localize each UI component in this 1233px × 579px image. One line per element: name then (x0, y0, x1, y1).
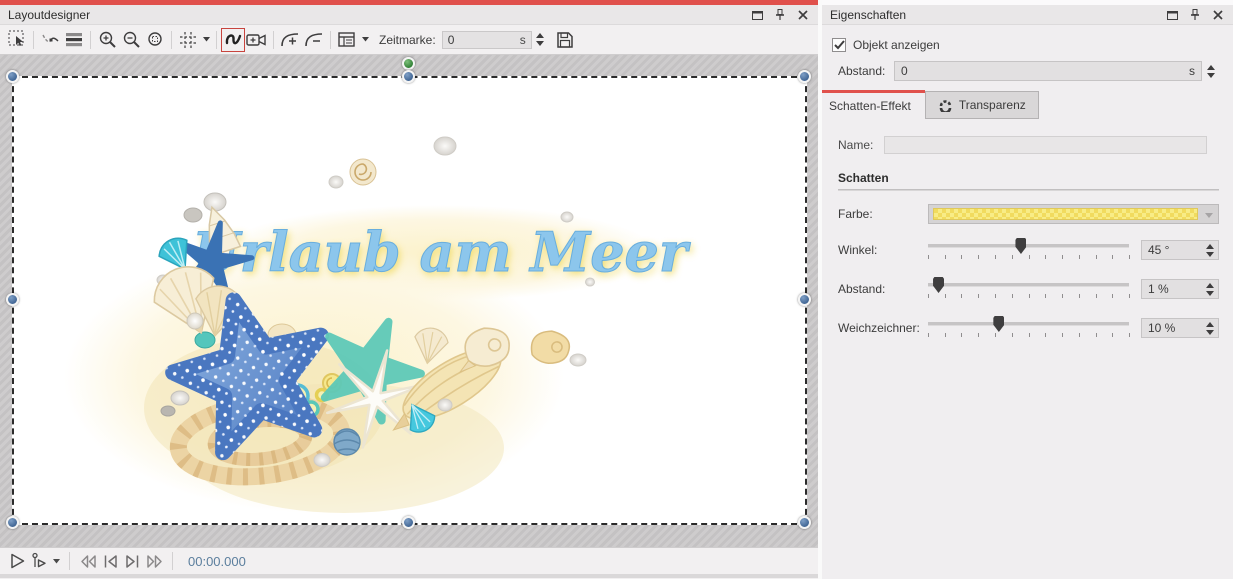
playback-bar: 00:00.000 (0, 547, 818, 574)
zoom-out-icon[interactable] (119, 28, 143, 52)
tab-schatten-effekt[interactable]: Schatten-Effekt (822, 90, 925, 119)
layout-canvas-object[interactable]: Urlaub am Meer Urlaub am Meer (12, 76, 807, 525)
pin-icon[interactable] (773, 8, 787, 22)
zeitmarke-input[interactable]: 0 s (442, 31, 532, 49)
canvas-caption: Urlaub am Meer (193, 220, 691, 284)
tab-transparenz[interactable]: Transparenz (925, 91, 1039, 119)
abstand-shadow-label: Abstand: (838, 282, 928, 296)
objekt-anzeigen-checkbox[interactable] (832, 38, 846, 52)
keyframe-add-icon[interactable] (278, 28, 302, 52)
resize-handle-e[interactable] (798, 293, 811, 306)
name-label: Name: (838, 138, 884, 152)
winkel-label: Winkel: (838, 243, 928, 257)
maximize-icon[interactable] (750, 8, 764, 22)
winkel-slider-thumb[interactable] (1015, 238, 1026, 254)
curve-smooth-icon[interactable] (38, 28, 62, 52)
resize-handle-sw[interactable] (6, 516, 19, 529)
winkel-slider[interactable] (928, 237, 1129, 263)
abstand-value: 0 (901, 64, 1189, 78)
abstand-unit: s (1189, 64, 1195, 78)
layoutdesigner-title: Layoutdesigner (8, 8, 90, 22)
weichzeichner-slider[interactable] (928, 315, 1129, 341)
abstand-slider-thumb[interactable] (933, 277, 944, 293)
play-options-caret-icon[interactable] (50, 549, 62, 573)
rotation-handle[interactable] (402, 57, 415, 70)
zeitmarke-label: Zeitmarke: (379, 33, 436, 47)
abstand-value-input[interactable]: 1 % (1141, 279, 1219, 299)
application-window: Layoutdesigner (0, 0, 1233, 579)
close-icon[interactable] (1211, 8, 1225, 22)
abstand-top-label: Abstand: (838, 64, 894, 78)
checkmark-icon (834, 40, 845, 50)
save-icon[interactable] (553, 28, 577, 52)
weichzeichner-slider-thumb[interactable] (993, 316, 1004, 332)
play-from-marker-icon[interactable] (28, 550, 50, 572)
playback-time: 00:00.000 (188, 554, 246, 569)
resize-handle-s[interactable] (402, 516, 415, 529)
section-rule (838, 189, 1219, 191)
farbe-label: Farbe: (838, 207, 928, 221)
play-icon[interactable] (6, 550, 28, 572)
eigenschaften-title: Eigenschaften (830, 8, 906, 22)
abstand-slider[interactable] (928, 276, 1129, 302)
resize-handle-se[interactable] (798, 516, 811, 529)
zoom-in-icon[interactable] (95, 28, 119, 52)
zoom-fit-icon[interactable] (143, 28, 167, 52)
resize-handle-n[interactable] (402, 70, 415, 83)
layout-workarea: Urlaub am Meer Urlaub am Meer (0, 55, 818, 547)
zeitmarke-unit: s (520, 33, 526, 47)
bottom-strip (0, 574, 818, 578)
forward-icon[interactable] (143, 550, 165, 572)
path-tool-icon[interactable] (221, 28, 245, 52)
select-tool-icon[interactable] (5, 28, 29, 52)
effect-tabbar: Schatten-Effekt Transparenz (822, 90, 1233, 119)
transparency-icon (938, 98, 953, 112)
weichzeichner-value-input[interactable]: 10 % (1141, 318, 1219, 338)
weichzeichner-label: Weichzeichner: (838, 321, 928, 335)
layoutdesigner-titlebar: Layoutdesigner (0, 5, 818, 25)
name-input[interactable] (884, 136, 1207, 154)
eigenschaften-panel: Eigenschaften Objekt anzeigen Abstand: (822, 0, 1233, 579)
storyboard-dropdown-caret-icon[interactable] (359, 28, 371, 52)
resize-handle-ne[interactable] (798, 70, 811, 83)
eigenschaften-titlebar: Eigenschaften (822, 5, 1233, 25)
rewind-icon[interactable] (77, 550, 99, 572)
maximize-icon[interactable] (1165, 8, 1179, 22)
winkel-spinner[interactable] (1201, 241, 1218, 259)
storyboard-icon[interactable] (335, 28, 359, 52)
align-rows-icon[interactable] (62, 28, 86, 52)
zeitmarke-value: 0 (448, 33, 520, 47)
resize-handle-w[interactable] (6, 293, 19, 306)
resize-handle-nw[interactable] (6, 70, 19, 83)
shadow-color-swatch (933, 208, 1198, 220)
skip-start-icon[interactable] (99, 550, 121, 572)
farbe-color-picker[interactable] (928, 204, 1219, 224)
zeitmarke-spinner[interactable] (532, 30, 549, 50)
layoutdesigner-toolbar: Zeitmarke: 0 s (0, 25, 818, 55)
close-icon[interactable] (796, 8, 810, 22)
camera-icon[interactable] (245, 28, 269, 52)
weichzeichner-spinner[interactable] (1201, 319, 1218, 337)
skip-end-icon[interactable] (121, 550, 143, 572)
winkel-value-input[interactable]: 45 ° (1141, 240, 1219, 260)
canvas-artwork: Urlaub am Meer Urlaub am Meer (14, 78, 805, 523)
grid-icon[interactable] (176, 28, 200, 52)
objekt-anzeigen-label: Objekt anzeigen (853, 38, 940, 52)
abstand-shadow-spinner[interactable] (1201, 280, 1218, 298)
schatten-heading: Schatten (838, 171, 1219, 185)
keyframe-remove-icon[interactable] (302, 28, 326, 52)
farbe-dropdown-caret-icon (1205, 213, 1213, 218)
abstand-spinner[interactable] (1202, 61, 1219, 81)
layoutdesigner-panel: Layoutdesigner (0, 0, 818, 579)
abstand-input[interactable]: 0 s (894, 61, 1202, 81)
grid-dropdown-caret-icon[interactable] (200, 28, 212, 52)
pin-icon[interactable] (1188, 8, 1202, 22)
